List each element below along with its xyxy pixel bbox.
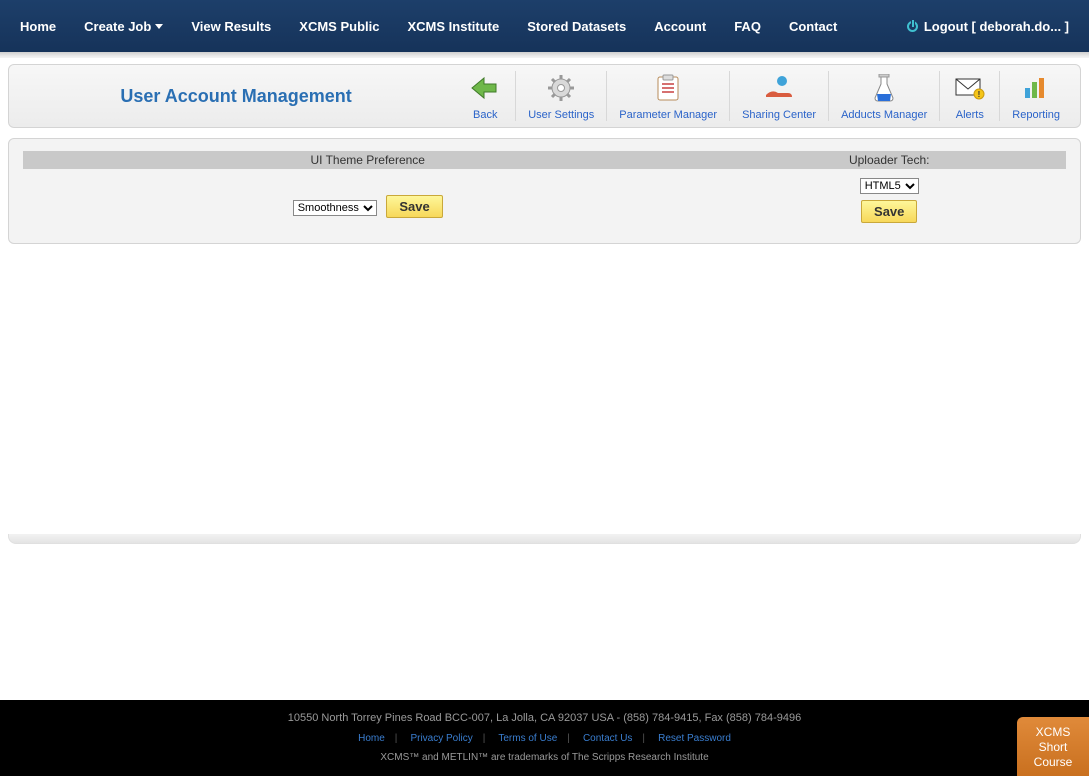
gear-icon: [546, 73, 576, 103]
toolbar-sharing-center[interactable]: Sharing Center: [729, 71, 828, 121]
panel-bottom-edge: [8, 534, 1081, 544]
clipboard-icon: [653, 73, 683, 103]
nav-logout[interactable]: Logout [ deborah.do... ]: [907, 19, 1069, 34]
arrow-left-icon: [470, 73, 500, 103]
uploader-save-button[interactable]: Save: [861, 200, 917, 223]
power-icon: [907, 21, 918, 32]
toolbar-alerts[interactable]: ! Alerts: [939, 71, 999, 121]
footer-links: Home| Privacy Policy| Terms of Use| Cont…: [0, 732, 1089, 744]
page-title: User Account Management: [17, 86, 455, 107]
footer-link-terms[interactable]: Terms of Use: [498, 733, 557, 744]
svg-text:!: !: [977, 90, 980, 99]
nav-contact[interactable]: Contact: [789, 19, 837, 34]
footer: 10550 North Torrey Pines Road BCC-007, L…: [0, 700, 1089, 776]
nav-faq[interactable]: FAQ: [734, 19, 761, 34]
uploader-select[interactable]: HTML5: [860, 178, 919, 194]
chevron-down-icon: [155, 24, 163, 29]
hand-share-icon: [764, 73, 794, 103]
toolbar-adducts-manager[interactable]: Adducts Manager: [828, 71, 939, 121]
nav-xcms-institute[interactable]: XCMS Institute: [407, 19, 499, 34]
theme-save-button[interactable]: Save: [386, 195, 442, 218]
bar-chart-icon: [1021, 73, 1051, 103]
toolbar-user-settings[interactable]: User Settings: [515, 71, 606, 121]
content-panel: UI Theme Preference Smoothness Save Uplo…: [8, 138, 1081, 244]
theme-select[interactable]: Smoothness: [293, 200, 377, 216]
toolbar-parameter-manager[interactable]: Parameter Manager: [606, 71, 729, 121]
nav-home[interactable]: Home: [20, 19, 56, 34]
flask-icon: [869, 73, 899, 103]
top-nav: Home Create Job View Results XCMS Public…: [0, 0, 1089, 52]
footer-address: 10550 North Torrey Pines Road BCC-007, L…: [0, 712, 1089, 724]
nav-create-job[interactable]: Create Job: [84, 19, 163, 34]
envelope-alert-icon: !: [955, 73, 985, 103]
toolbar-back[interactable]: Back: [455, 71, 515, 121]
footer-link-reset-password[interactable]: Reset Password: [658, 733, 731, 744]
footer-link-contact[interactable]: Contact Us: [583, 733, 632, 744]
theme-header: UI Theme Preference: [23, 151, 712, 169]
page-header-panel: User Account Management Back User Settin…: [8, 64, 1081, 128]
nav-view-results[interactable]: View Results: [191, 19, 271, 34]
nav-xcms-public[interactable]: XCMS Public: [299, 19, 379, 34]
nav-account[interactable]: Account: [654, 19, 706, 34]
uploader-header: Uploader Tech:: [712, 151, 1066, 169]
toolbar-reporting[interactable]: Reporting: [999, 71, 1072, 121]
footer-trademark: XCMS™ and METLIN™ are trademarks of The …: [0, 752, 1089, 763]
footer-link-privacy[interactable]: Privacy Policy: [410, 733, 472, 744]
footer-link-home[interactable]: Home: [358, 733, 385, 744]
toolbar: Back User Settings Parameter Manager Sha…: [455, 71, 1072, 121]
nav-stored-datasets[interactable]: Stored Datasets: [527, 19, 626, 34]
corner-tab-xcms-course[interactable]: XCMS Short Course: [1017, 717, 1089, 776]
